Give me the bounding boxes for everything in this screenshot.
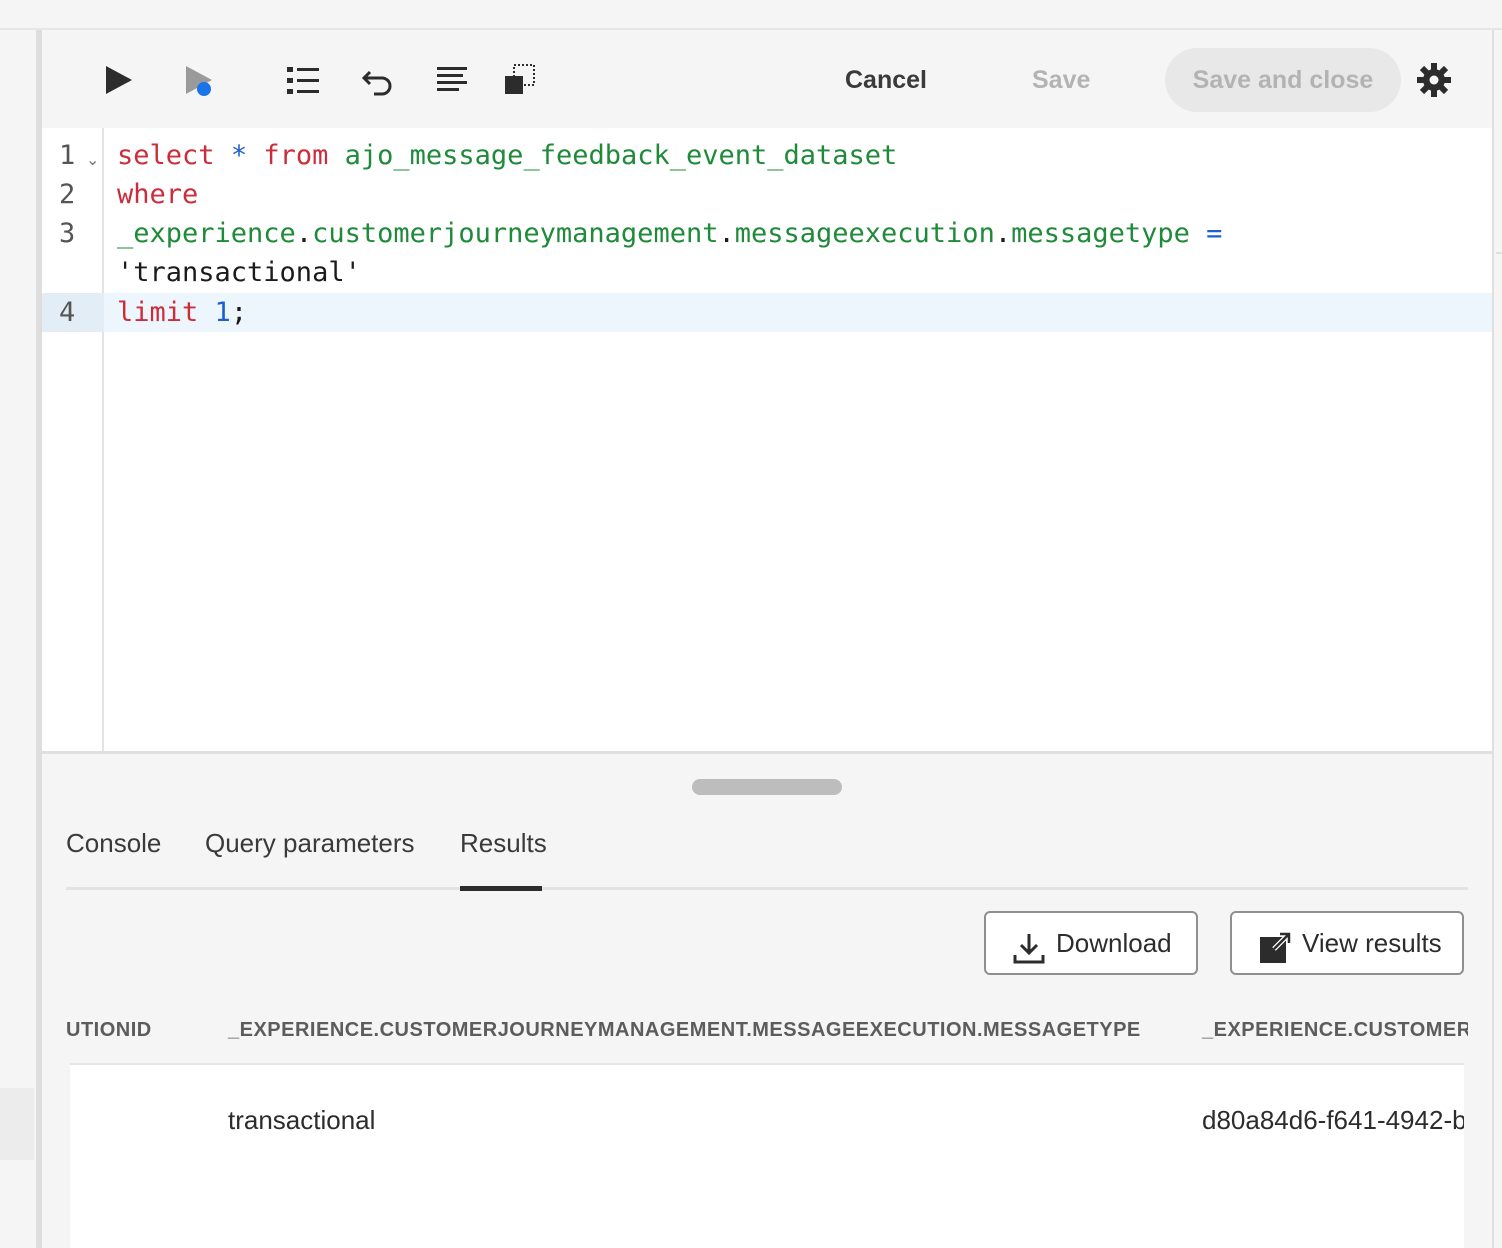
tab-results[interactable]: Results: [460, 825, 547, 861]
list-icon[interactable]: [285, 62, 321, 98]
code-token: .: [718, 218, 735, 249]
code-token: select: [117, 140, 215, 171]
code-token: limit: [117, 297, 199, 328]
results-table-body: transactional d80a84d6-f641-4942-bf: [70, 1063, 1464, 1248]
code-token: messageexecution: [734, 218, 995, 249]
top-bar: [0, 0, 1502, 30]
download-icon: [1012, 926, 1046, 964]
code-token: =: [1206, 218, 1223, 249]
resize-handle[interactable]: [692, 779, 842, 795]
tab-console[interactable]: Console: [66, 825, 161, 861]
open-external-icon: [1258, 926, 1292, 963]
left-panel-marker: [0, 1088, 34, 1160]
table-cell: transactional: [228, 1105, 376, 1135]
code-token: _experience: [117, 218, 296, 249]
run-selected-icon[interactable]: [180, 62, 216, 98]
code-line[interactable]: 'transactional': [117, 253, 361, 292]
line-number: 3: [59, 218, 76, 249]
active-line-highlight: [42, 293, 1492, 332]
code-token: ;: [230, 297, 248, 328]
tabs-divider: [66, 887, 1468, 890]
code-token: customerjourneymanagement: [312, 218, 719, 249]
code-token: 'transactional': [117, 257, 361, 288]
download-label: Download: [1056, 928, 1172, 958]
save-button[interactable]: Save: [1032, 62, 1090, 98]
view-results-button[interactable]: View results: [1230, 911, 1464, 975]
code-token: .: [295, 218, 313, 249]
table-cell: d80a84d6-f641-4942-bf: [1202, 1105, 1464, 1135]
save-and-close-button[interactable]: Save and close: [1165, 48, 1401, 112]
settings-icon[interactable]: [1414, 60, 1454, 100]
code-line[interactable]: _experience.customerjourneymanagement.me…: [117, 214, 1222, 253]
column-header[interactable]: UTIONID: [66, 1019, 152, 1042]
code-token: where: [117, 179, 199, 210]
copy-icon[interactable]: [502, 62, 538, 98]
code-token: ajo_message_feedback_event_dataset: [328, 140, 898, 171]
line-number: 4: [59, 297, 76, 328]
editor-toolbar: Cancel Save Save and close: [42, 30, 1492, 128]
code-line[interactable]: limit 1;: [117, 293, 247, 332]
code-line[interactable]: select * from ajo_message_feedback_event…: [117, 136, 897, 175]
run-icon[interactable]: [100, 62, 136, 98]
fold-chevron-icon[interactable]: ⌄: [86, 150, 99, 170]
view-results-label: View results: [1302, 928, 1442, 958]
undo-icon[interactable]: [360, 62, 396, 98]
column-header[interactable]: _EXPERIENCE.CUSTOMER: [1202, 1019, 1468, 1042]
results-table-header: UTIONID _EXPERIENCE.CUSTOMERJOURNEYMANAG…: [66, 1013, 1468, 1057]
right-divider-tick: [1496, 252, 1502, 254]
line-number: 2: [59, 179, 76, 210]
sql-editor[interactable]: 1 ⌄ 2 3 4 select * from ajo_message_feed…: [42, 128, 1492, 754]
download-button[interactable]: Download: [984, 911, 1198, 975]
column-header[interactable]: _EXPERIENCE.CUSTOMERJOURNEYMANAGEMENT.ME…: [228, 1019, 1141, 1042]
code-token: messagetype: [1011, 218, 1190, 249]
right-divider[interactable]: [1492, 30, 1502, 1248]
active-tab-indicator: [460, 886, 542, 891]
tab-query-parameters[interactable]: Query parameters: [205, 825, 415, 861]
code-line[interactable]: where: [117, 175, 198, 214]
left-panel: [0, 30, 36, 1248]
line-number-gutter: 1 ⌄ 2 3 4: [42, 128, 104, 751]
code-token: *: [230, 140, 248, 171]
code-token: 1: [214, 297, 231, 328]
format-icon[interactable]: [435, 62, 471, 98]
code-token: from: [263, 140, 329, 171]
cancel-button[interactable]: Cancel: [845, 62, 927, 98]
results-panel: Console Query parameters Results Downloa…: [42, 757, 1492, 1248]
code-token: .: [994, 218, 1012, 249]
